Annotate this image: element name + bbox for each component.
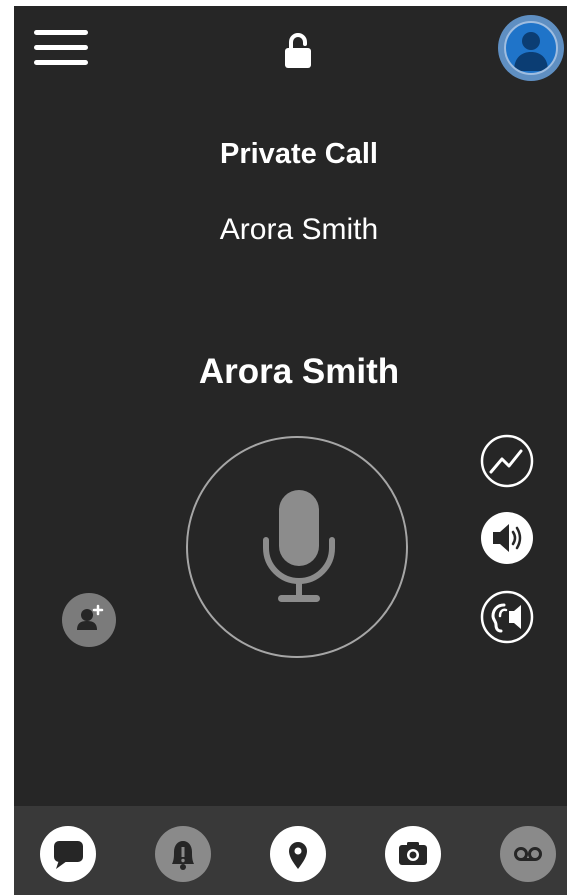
active-speaker-name: Arora Smith [198, 352, 400, 391]
voicemail-icon[interactable] [500, 826, 556, 882]
add-user-button[interactable] [62, 593, 116, 647]
location-pin-icon[interactable] [270, 826, 326, 882]
trend-line-icon[interactable] [480, 434, 534, 488]
bottom-nav-bar [14, 806, 567, 895]
top-bar [14, 6, 567, 90]
hamburger-menu-icon[interactable] [34, 28, 90, 68]
earpiece-icon[interactable] [480, 590, 534, 644]
chat-bubble-icon[interactable] [40, 826, 96, 882]
unlocked-padlock-icon[interactable] [282, 32, 314, 70]
user-avatar-icon[interactable] [498, 15, 564, 81]
call-screen: Private Call Arora Smith Arora Smith [14, 6, 567, 895]
call-target-name: Arora Smith [219, 213, 379, 246]
call-type-label: Private Call [220, 138, 378, 170]
microphone-icon [263, 490, 335, 602]
push-to-talk-button[interactable] [186, 436, 408, 658]
add-user-icon [77, 604, 104, 630]
camera-icon[interactable] [385, 826, 441, 882]
alert-bell-icon[interactable] [155, 826, 211, 882]
speaker-volume-icon[interactable] [480, 511, 534, 565]
